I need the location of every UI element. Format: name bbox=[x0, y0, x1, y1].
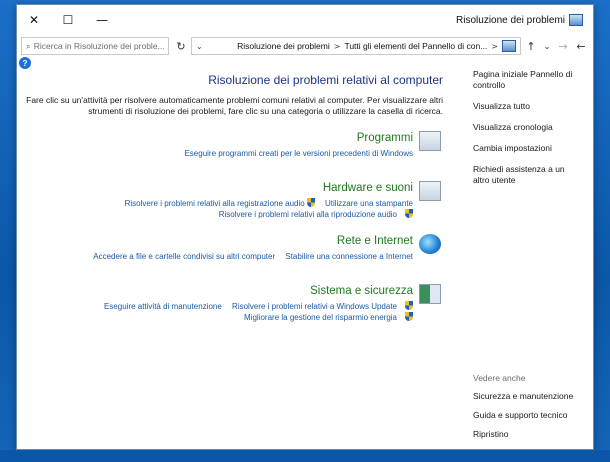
shield-icon bbox=[306, 198, 315, 207]
maximize-button[interactable]: ☐ bbox=[51, 5, 85, 35]
page-title: Risoluzione dei problemi relativi al com… bbox=[208, 73, 443, 87]
see-also-section: Vedere anche Sicurezza e manutenzione Gu… bbox=[473, 373, 593, 448]
shield-icon bbox=[405, 301, 413, 310]
search-icon: ⌕ bbox=[26, 40, 31, 51]
category-network: Rete e Internet Accedere a file e cartel… bbox=[17, 234, 443, 270]
address-dropdown-icon[interactable]: ⌄ bbox=[196, 42, 203, 51]
control-panel-icon bbox=[502, 40, 516, 52]
task-link[interactable]: Stabilire una connessione a Internet bbox=[285, 251, 413, 262]
search-placeholder: Ricerca in Risoluzione dei proble... bbox=[33, 41, 165, 51]
address-bar[interactable]: ⌄ Risoluzione dei problemi > Tutti gli e… bbox=[191, 37, 521, 55]
see-also-link-security-maintenance[interactable]: Sicurezza e manutenzione bbox=[473, 391, 593, 402]
recent-locations-icon[interactable]: ⌄ bbox=[539, 37, 555, 55]
close-button[interactable]: ✕ bbox=[17, 5, 51, 35]
nav-link-change-settings[interactable]: Cambia impostazioni bbox=[473, 143, 583, 154]
search-input[interactable]: ⌕ Ricerca in Risoluzione dei proble... bbox=[21, 37, 169, 55]
task-link[interactable]: Migliorare la gestione del risparmio ene… bbox=[244, 312, 397, 323]
task-link[interactable]: Risolvere i problemi relativi alla ripro… bbox=[219, 209, 397, 220]
shield-icon bbox=[405, 312, 413, 321]
main-content: Risoluzione dei problemi relativi al com… bbox=[17, 63, 453, 443]
category-title[interactable]: Sistema e sicurezza bbox=[17, 284, 413, 298]
task-link[interactable]: Risolvere i problemi relativi a Windows … bbox=[232, 301, 397, 312]
title-area: Risoluzione dei problemi bbox=[456, 5, 583, 35]
breadcrumb-separator: > bbox=[333, 41, 341, 51]
breadcrumb-separator: > bbox=[491, 41, 498, 51]
task-link[interactable]: Eseguire programmi creati per le version… bbox=[184, 148, 413, 159]
up-button[interactable]: ↑ bbox=[523, 37, 539, 55]
breadcrumb-current[interactable]: Risoluzione dei problemi bbox=[237, 41, 330, 51]
category-hardware: Hardware e suoni Risolvere i problemi re… bbox=[17, 181, 443, 220]
task-link[interactable]: Accedere a file e cartelle condivisi su … bbox=[93, 251, 275, 262]
window-title: Risoluzione dei problemi bbox=[456, 14, 565, 26]
minimize-button[interactable]: — bbox=[85, 5, 119, 35]
navigation-row: ⌕ Ricerca in Risoluzione dei proble... ↻… bbox=[17, 35, 593, 59]
control-panel-window: ✕ ☐ — Risoluzione dei problemi ⌕ Ricerca… bbox=[16, 4, 594, 450]
category-title[interactable]: Hardware e suoni bbox=[17, 181, 413, 195]
see-also-link-recovery[interactable]: Ripristino bbox=[473, 429, 593, 440]
category-system-security: Sistema e sicurezza Eseguire attività di… bbox=[17, 284, 443, 323]
navigation-pane: Pagina iniziale Pannello di controllo Vi… bbox=[463, 63, 593, 443]
back-button[interactable]: ← bbox=[573, 37, 589, 55]
shield-icon bbox=[405, 209, 413, 218]
troubleshooting-app-icon bbox=[569, 14, 583, 26]
nav-link-view-history[interactable]: Visualizza cronologia bbox=[473, 122, 583, 133]
task-link[interactable]: Utilizzare una stampante bbox=[325, 198, 413, 209]
task-link[interactable]: Eseguire attività di manutenzione bbox=[104, 301, 222, 312]
refresh-button[interactable]: ↻ bbox=[173, 37, 189, 55]
forward-button[interactable]: → bbox=[555, 37, 571, 55]
hardware-icon bbox=[419, 181, 441, 201]
nav-link-control-panel-home[interactable]: Pagina iniziale Pannello di controllo bbox=[473, 69, 583, 91]
network-globe-icon bbox=[419, 234, 441, 254]
see-also-heading: Vedere anche bbox=[473, 373, 526, 383]
breadcrumb-parent[interactable]: Tutti gli elementi del Pannello di con..… bbox=[344, 41, 487, 51]
task-link[interactable]: Risolvere i problemi relativi alla regis… bbox=[125, 198, 305, 209]
category-programs: Programmi Eseguire programmi creati per … bbox=[17, 131, 443, 167]
title-bar: ✕ ☐ — Risoluzione dei problemi bbox=[17, 5, 593, 35]
nav-link-view-all[interactable]: Visualizza tutto bbox=[473, 101, 583, 112]
taskbar-edge bbox=[0, 450, 610, 462]
page-description: Fare clic su un'attività per risolvere a… bbox=[26, 95, 443, 116]
see-also-link-help-support[interactable]: Guida e supporto tecnico bbox=[473, 410, 593, 421]
programs-icon bbox=[419, 131, 441, 151]
category-title[interactable]: Programmi bbox=[17, 131, 413, 145]
category-title[interactable]: Rete e Internet bbox=[17, 234, 413, 248]
system-security-icon bbox=[419, 284, 441, 304]
nav-link-remote-assistance[interactable]: Richiedi assistenza a un altro utente bbox=[473, 164, 583, 186]
